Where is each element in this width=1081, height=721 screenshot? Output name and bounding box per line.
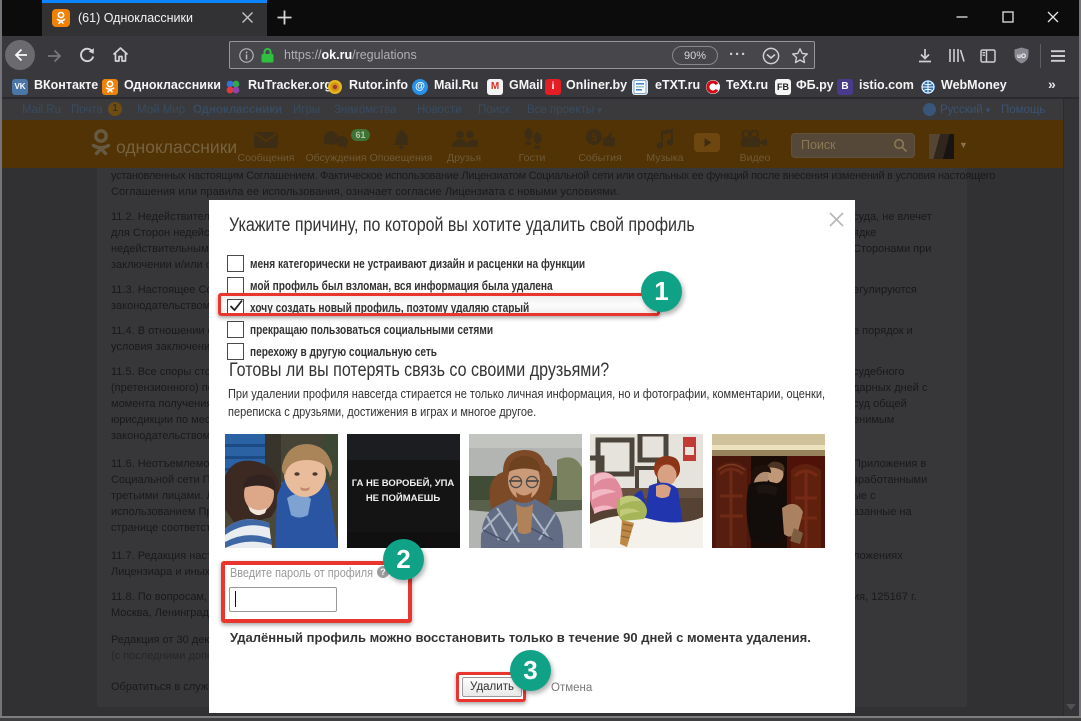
- svg-text:НЕ ПОЙМАЕШЬ: НЕ ПОЙМАЕШЬ: [366, 492, 441, 504]
- svg-text:5: 5: [591, 132, 597, 144]
- svg-text:ГА НЕ ВОРОБЕЙ, УПА: ГА НЕ ВОРОБЕЙ, УПА: [352, 477, 455, 489]
- svg-text:uO: uO: [1017, 53, 1026, 60]
